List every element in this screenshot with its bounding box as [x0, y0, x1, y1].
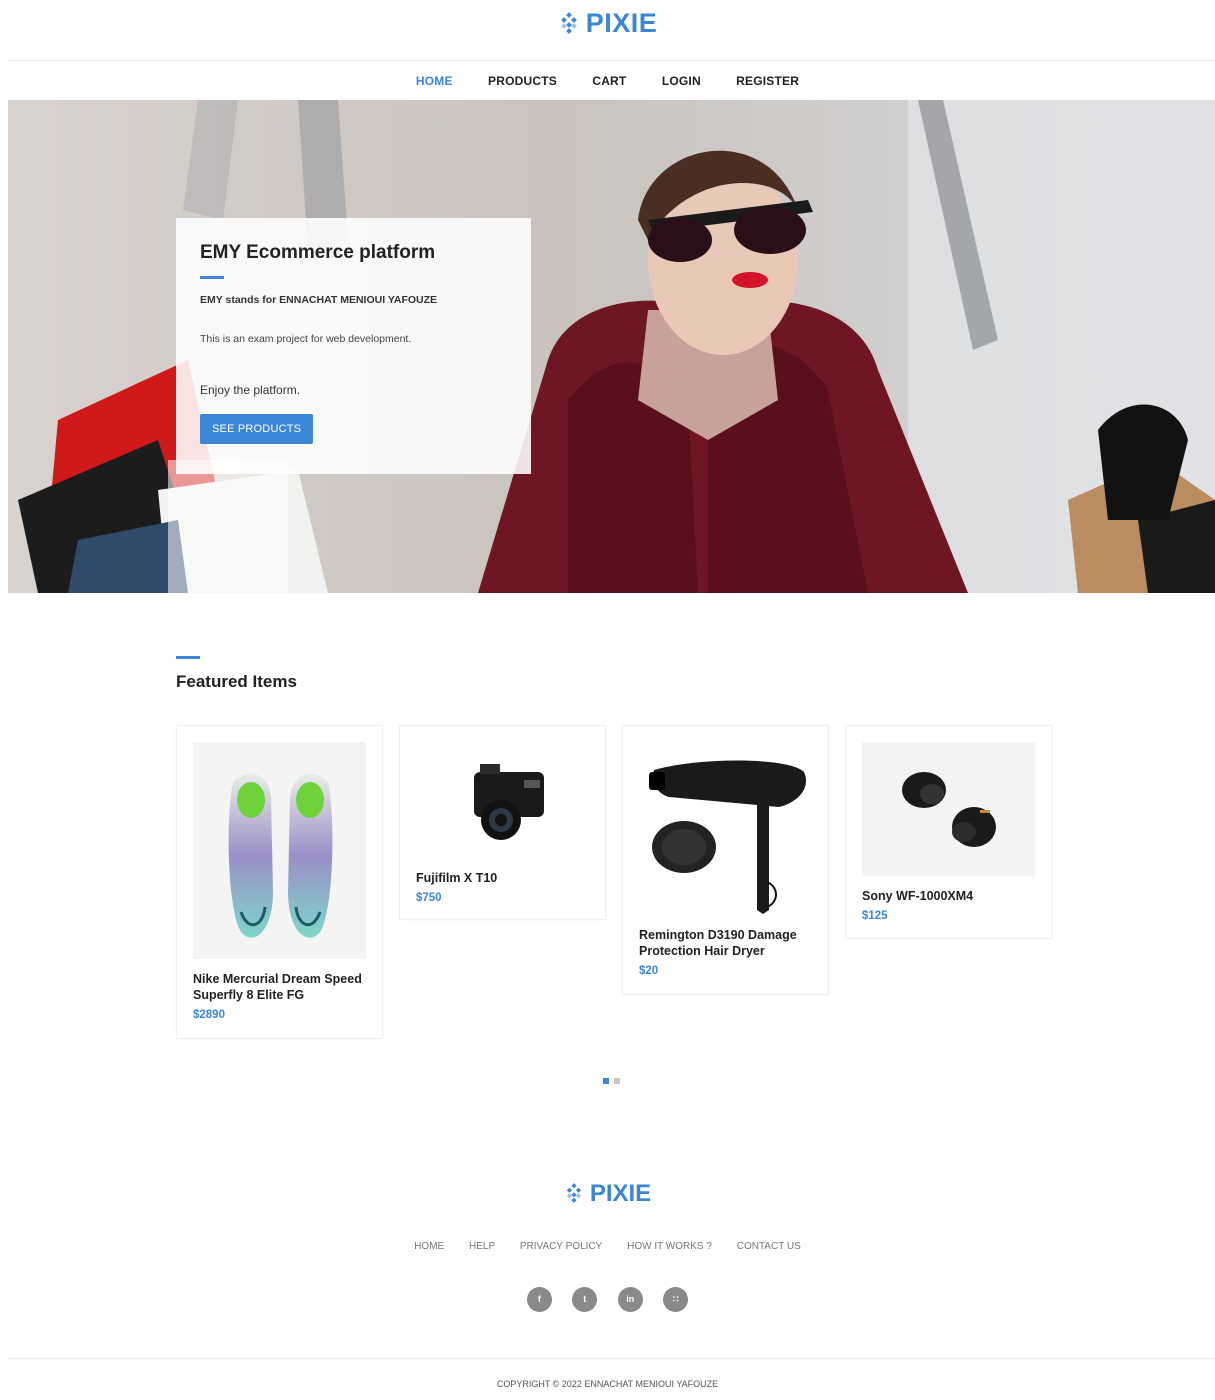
- footer-link-help[interactable]: HELP: [469, 1241, 495, 1252]
- footer-logo-text: PIXIE: [589, 1180, 652, 1207]
- product-price: $750: [416, 892, 442, 904]
- product-card[interactable]: Fujifilm X T10 $750: [399, 725, 606, 920]
- hero-info-card: EMY Ecommerce platform EMY stands for EN…: [176, 218, 531, 474]
- header-divider: [8, 60, 1215, 61]
- nav-item-home[interactable]: HOME: [416, 74, 453, 88]
- footer-logo[interactable]: PIXIE: [0, 1180, 1215, 1208]
- footer-link-contact-us[interactable]: CONTACT US: [737, 1241, 801, 1252]
- logo-text: PIXIE: [585, 8, 658, 38]
- product-price: $125: [862, 910, 888, 922]
- site-logo[interactable]: PIXIE: [0, 8, 1215, 39]
- football-boots-image[interactable]: [193, 742, 366, 959]
- diamond-grid-logo-icon: [566, 1183, 581, 1203]
- copyright-text: COPYRIGHT © 2022 ENNACHAT MENIOUI YAFOUZ…: [496, 1379, 719, 1389]
- product-price: $20: [639, 965, 659, 977]
- hero-title: EMY Ecommerce platform: [200, 242, 436, 263]
- main-nav: HOME PRODUCTS CART LOGIN REGISTER: [0, 74, 1215, 88]
- see-products-button[interactable]: SEE PRODUCTS: [200, 414, 314, 444]
- product-price: $2890: [193, 1009, 225, 1021]
- product-name[interactable]: Remington D3190 Damage Protection Hair D…: [639, 927, 812, 959]
- footer-link-privacy-policy[interactable]: PRIVACY POLICY: [520, 1241, 602, 1252]
- product-name[interactable]: Nike Mercurial Dream Speed Superfly 8 El…: [193, 971, 366, 1003]
- nav-item-register[interactable]: REGISTER: [736, 74, 799, 88]
- footer-link-how-it-works[interactable]: HOW IT WORKS ?: [627, 1241, 712, 1252]
- carousel-dot-1[interactable]: [603, 1078, 609, 1084]
- twitter-icon[interactable]: t: [572, 1287, 598, 1312]
- nav-item-cart[interactable]: CART: [592, 74, 626, 88]
- camera-image[interactable]: [416, 742, 589, 854]
- site-header: PIXIE HOME PRODUCTS CART LOGIN REGISTER: [0, 0, 1215, 100]
- hero-title-underline: [200, 276, 224, 279]
- diamond-grid-logo-icon: [560, 12, 577, 34]
- wireless-earbuds-image[interactable]: [862, 742, 1035, 876]
- rss-icon[interactable]: ∷: [663, 1287, 689, 1312]
- product-name[interactable]: Fujifilm X T10: [416, 870, 589, 886]
- carousel-dot-2[interactable]: [614, 1078, 620, 1084]
- hero-subtitle: EMY stands for ENNACHAT MENIOUI YAFOUZE: [200, 294, 438, 306]
- nav-item-login[interactable]: LOGIN: [662, 74, 701, 88]
- featured-accent-bar: [176, 656, 200, 659]
- carousel-pagination: [603, 1071, 625, 1089]
- featured-title: Featured Items: [176, 672, 297, 691]
- hair-dryer-image[interactable]: [639, 742, 812, 917]
- footer-divider: [8, 1358, 1215, 1359]
- footer-nav: HOME HELP PRIVACY POLICY HOW IT WORKS ? …: [0, 1241, 1215, 1252]
- hero-description: This is an exam project for web developm…: [200, 333, 412, 345]
- product-name[interactable]: Sony WF-1000XM4: [862, 888, 1035, 904]
- social-links: f t in ∷: [0, 1287, 1215, 1312]
- facebook-icon[interactable]: f: [526, 1287, 552, 1312]
- linkedin-icon[interactable]: in: [617, 1287, 643, 1312]
- footer-link-home[interactable]: HOME: [414, 1241, 444, 1252]
- product-card[interactable]: Remington D3190 Damage Protection Hair D…: [622, 725, 829, 995]
- product-card[interactable]: Nike Mercurial Dream Speed Superfly 8 El…: [176, 725, 383, 1039]
- nav-item-products[interactable]: PRODUCTS: [488, 74, 557, 88]
- product-card[interactable]: Sony WF-1000XM4 $125: [845, 725, 1052, 939]
- hero-tagline: Enjoy the platform.: [200, 383, 301, 397]
- hero-banner: EMY Ecommerce platform EMY stands for EN…: [8, 100, 1215, 593]
